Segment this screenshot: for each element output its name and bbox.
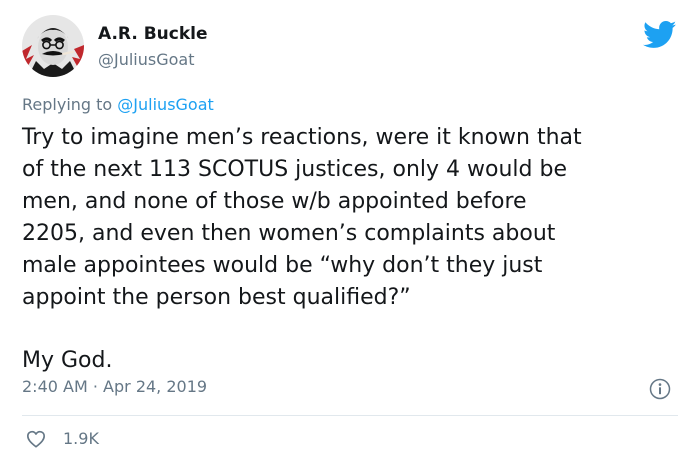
reply-mention-link[interactable]: @JuliusGoat <box>117 95 214 114</box>
tweet-closing-line: My God. <box>22 348 113 373</box>
avatar-image <box>22 15 84 77</box>
avatar[interactable] <box>22 15 84 77</box>
timestamp-separator: · <box>92 377 98 396</box>
info-icon[interactable] <box>649 378 671 400</box>
twitter-bird-icon[interactable] <box>643 21 677 49</box>
like-count[interactable]: 1.9K <box>63 429 99 448</box>
replying-to: Replying to @JuliusGoat <box>22 95 214 114</box>
replying-prefix: Replying to <box>22 95 113 114</box>
tweet-card: A.R. Buckle @JuliusGoat Replying to @Jul… <box>0 0 700 470</box>
tweet-timestamp[interactable]: 2:40 AM · Apr 24, 2019 <box>22 377 207 396</box>
heart-icon[interactable] <box>26 430 46 448</box>
tweet-text-line: male appointees would be “why don’t they… <box>22 253 543 278</box>
divider <box>22 415 678 416</box>
author-handle[interactable]: @JuliusGoat <box>98 50 195 69</box>
tweet-body: Try to imagine men’s reactions, were it … <box>22 122 682 377</box>
tweet-text-line: Try to imagine men’s reactions, were it … <box>22 125 582 150</box>
tweet-time: 2:40 AM <box>22 377 88 396</box>
tweet-text-line: of the next 113 SCOTUS justices, only 4 … <box>22 157 567 182</box>
tweet-text-line: men, and none of those w/b appointed bef… <box>22 189 527 214</box>
tweet-date: Apr 24, 2019 <box>103 377 208 396</box>
author-name[interactable]: A.R. Buckle <box>98 24 208 44</box>
tweet-text-line: appoint the person best qualified?” <box>22 285 411 310</box>
tweet-text-line: 2205, and even then women’s complaints a… <box>22 221 556 246</box>
